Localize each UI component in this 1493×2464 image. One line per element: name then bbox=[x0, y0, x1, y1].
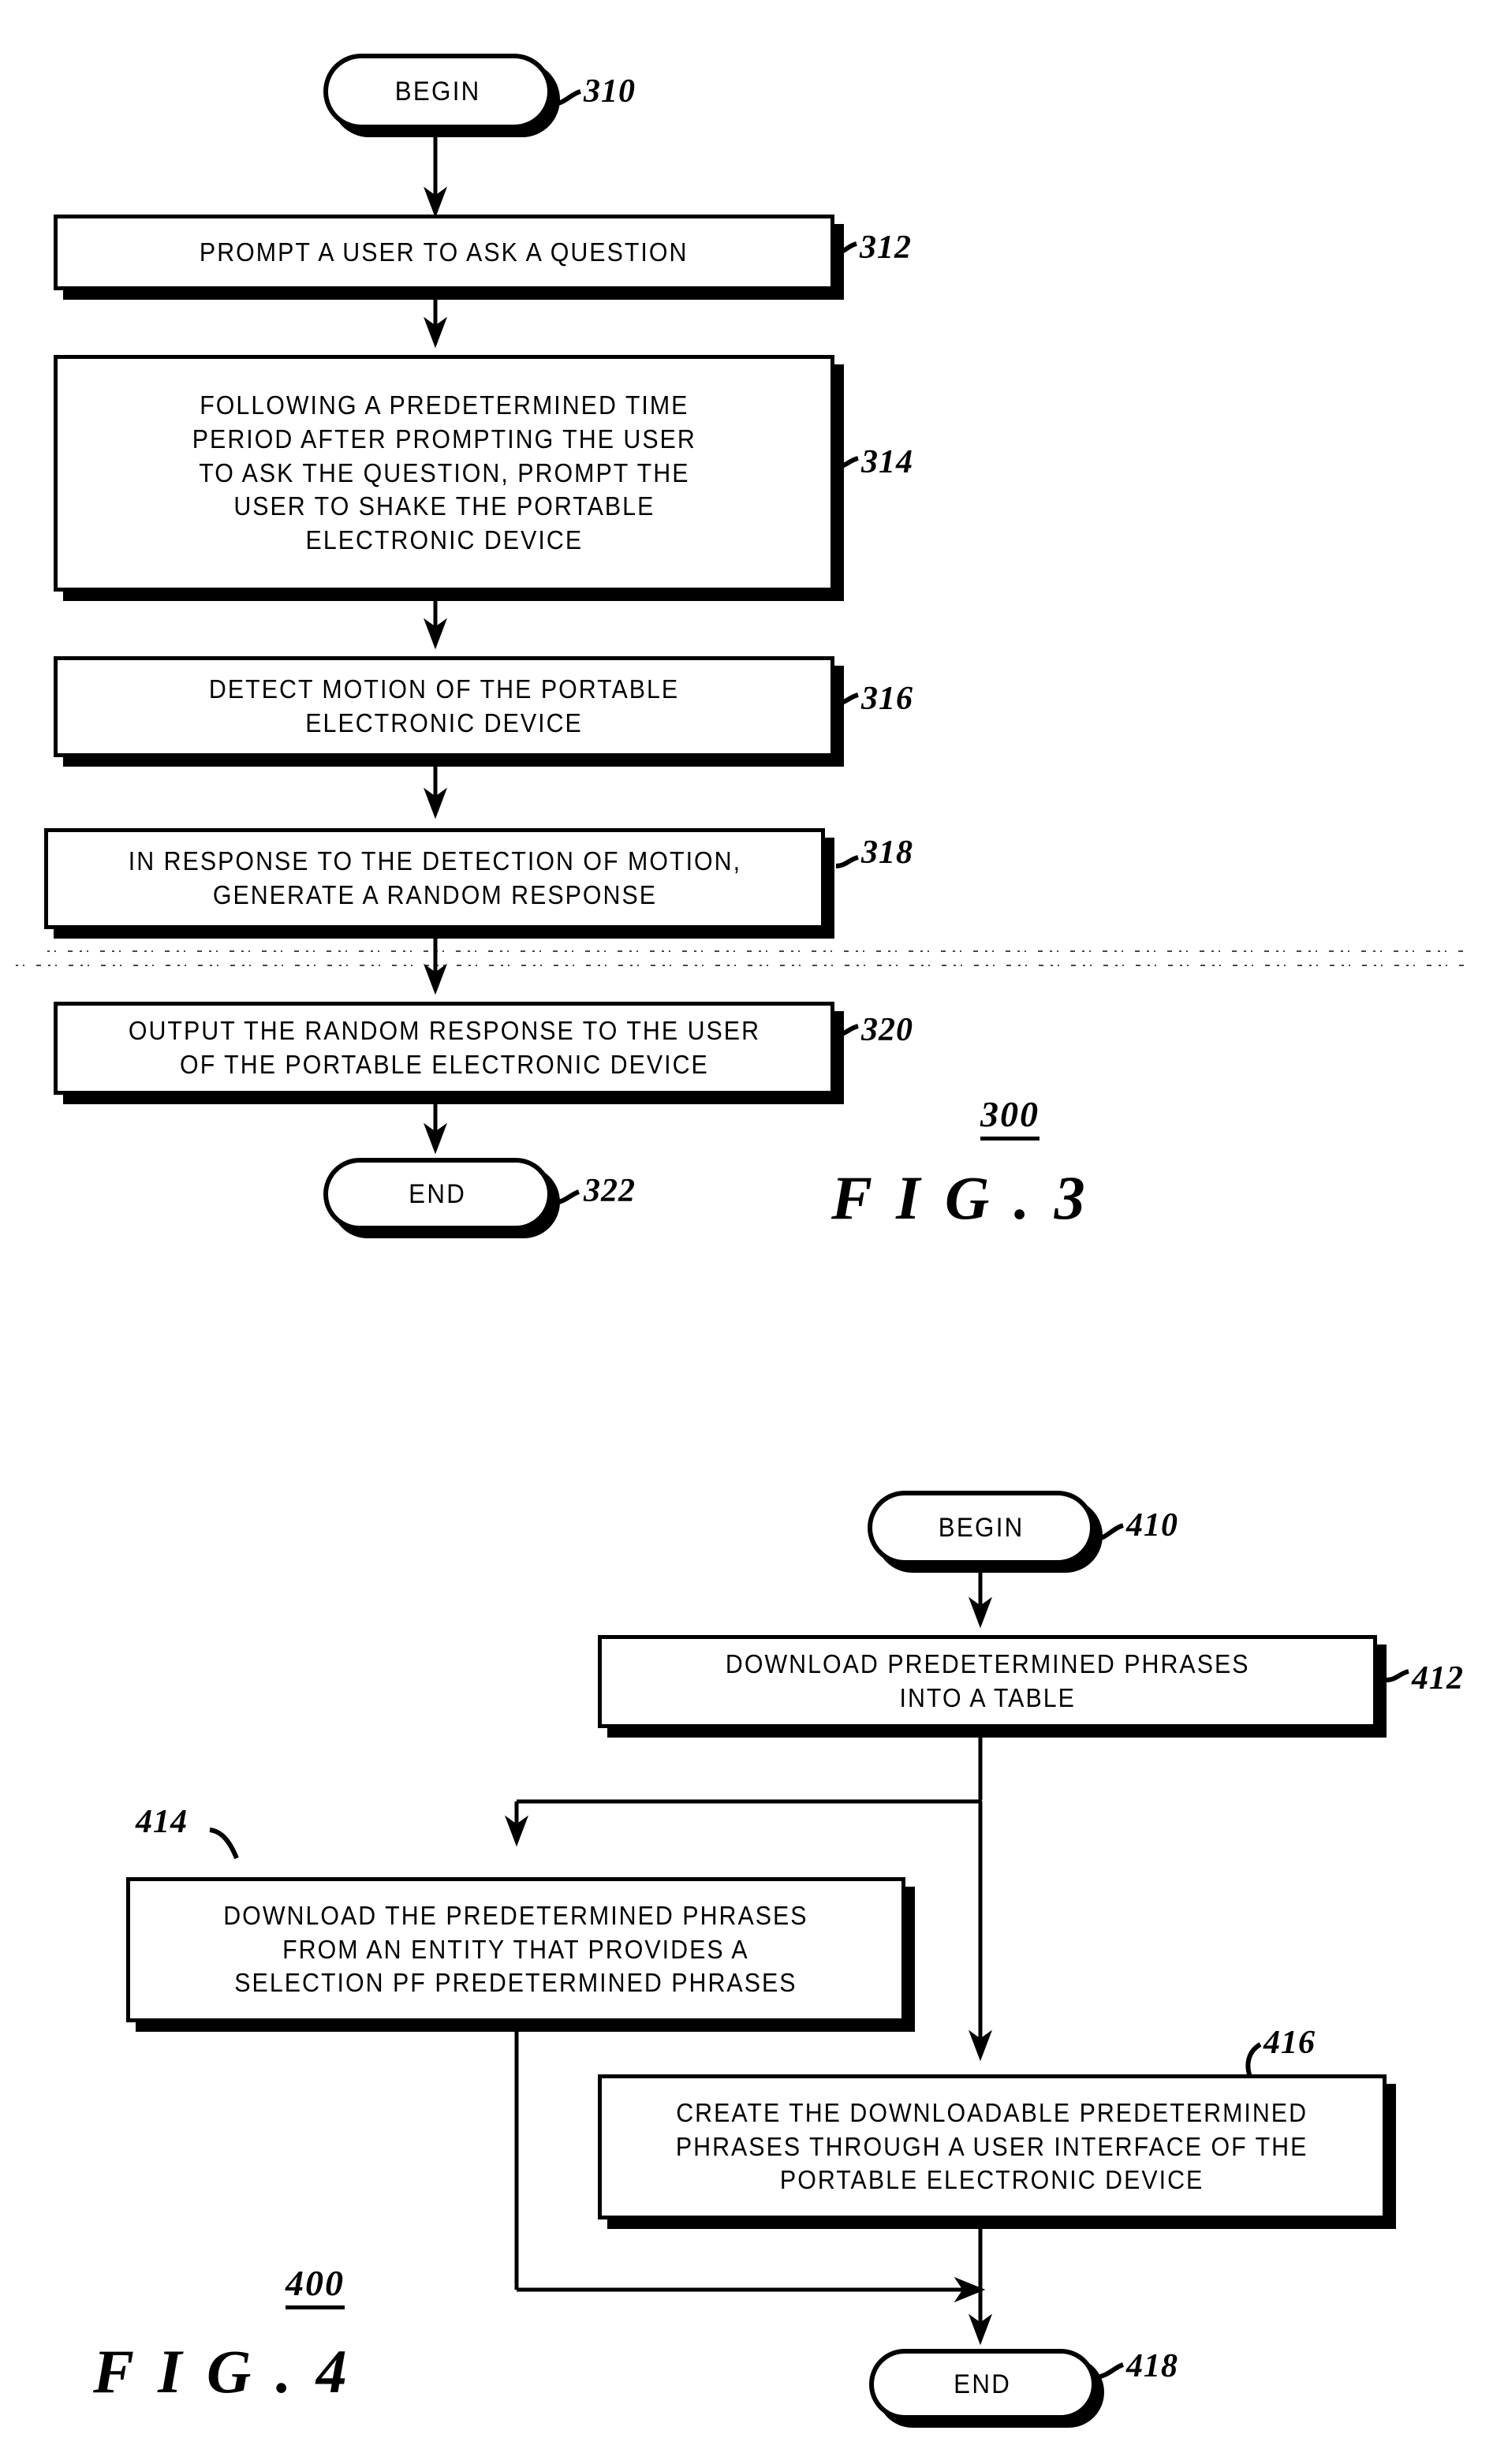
scan-artifact-line-upper bbox=[47, 950, 1467, 952]
reference-numeral-320: 320 bbox=[861, 1012, 913, 1048]
scan-artifact-line-lower bbox=[16, 965, 1467, 966]
process-box-314[interactable]: FOLLOWING A PREDETERMINED TIME PERIOD AF… bbox=[54, 355, 834, 592]
reference-numeral-414: 414 bbox=[136, 1804, 188, 1840]
process-box-414[interactable]: DOWNLOAD THE PREDETERMINED PHRASES FROM … bbox=[126, 1877, 905, 2022]
process-320-label: OUTPUT THE RANDOM RESPONSE TO THE USER O… bbox=[128, 1016, 760, 1079]
reference-numeral-314: 314 bbox=[861, 444, 913, 480]
terminator-begin-410[interactable]: BEGIN bbox=[868, 1491, 1095, 1565]
terminator-418-label: END bbox=[954, 2369, 1012, 2399]
terminator-end-322[interactable]: END bbox=[323, 1158, 552, 1230]
process-box-320[interactable]: OUTPUT THE RANDOM RESPONSE TO THE USER O… bbox=[54, 1002, 834, 1095]
figure-3-caption: F I G . 3 bbox=[831, 1163, 1090, 1232]
terminator-310-label: BEGIN bbox=[394, 76, 481, 106]
process-box-416[interactable]: CREATE THE DOWNLOADABLE PREDETERMINED PH… bbox=[598, 2074, 1387, 2219]
figure-300-number: 300 bbox=[980, 1093, 1040, 1141]
patent-drawing-sheet: BEGIN 310 PROMPT A USER TO ASK A QUESTIO… bbox=[0, 0, 1493, 2464]
terminator-410-label: BEGIN bbox=[938, 1512, 1025, 1543]
figure-4-caption: F I G . 4 bbox=[93, 2337, 352, 2406]
process-416-label: CREATE THE DOWNLOADABLE PREDETERMINED PH… bbox=[676, 2097, 1308, 2195]
reference-numeral-410: 410 bbox=[1126, 1507, 1178, 1544]
reference-numeral-412: 412 bbox=[1412, 1660, 1464, 1697]
process-318-label: IN RESPONSE TO THE DETECTION OF MOTION, … bbox=[128, 846, 741, 909]
process-314-label: FOLLOWING A PREDETERMINED TIME PERIOD AF… bbox=[192, 390, 696, 555]
reference-numeral-312: 312 bbox=[860, 230, 912, 266]
figure-400-number: 400 bbox=[286, 2262, 345, 2309]
leader-412 bbox=[1386, 1669, 1409, 1682]
process-box-412[interactable]: DOWNLOAD PREDETERMINED PHRASES INTO A TA… bbox=[598, 1635, 1377, 1728]
leader-414 bbox=[209, 1827, 239, 1860]
process-312-label: PROMPT A USER TO ASK A QUESTION bbox=[200, 237, 689, 267]
process-316-label: DETECT MOTION OF THE PORTABLE ELECTRONIC… bbox=[208, 674, 680, 737]
reference-numeral-418: 418 bbox=[1126, 2348, 1178, 2384]
terminator-322-label: END bbox=[409, 1178, 467, 1209]
reference-numeral-310: 310 bbox=[584, 73, 636, 110]
reference-numeral-416: 416 bbox=[1263, 2025, 1316, 2061]
reference-numeral-316: 316 bbox=[861, 681, 913, 717]
process-box-318[interactable]: IN RESPONSE TO THE DETECTION OF MOTION, … bbox=[44, 828, 825, 929]
terminator-begin-310[interactable]: BEGIN bbox=[323, 54, 552, 129]
reference-numeral-318: 318 bbox=[861, 834, 913, 871]
process-414-label: DOWNLOAD THE PREDETERMINED PHRASES FROM … bbox=[223, 1900, 808, 1998]
terminator-end-418[interactable]: END bbox=[869, 2349, 1096, 2420]
reference-numeral-322: 322 bbox=[584, 1173, 636, 1209]
process-412-label: DOWNLOAD PREDETERMINED PHRASES INTO A TA… bbox=[725, 1649, 1250, 1712]
process-box-316[interactable]: DETECT MOTION OF THE PORTABLE ELECTRONIC… bbox=[54, 656, 834, 757]
process-box-312[interactable]: PROMPT A USER TO ASK A QUESTION bbox=[54, 215, 834, 290]
